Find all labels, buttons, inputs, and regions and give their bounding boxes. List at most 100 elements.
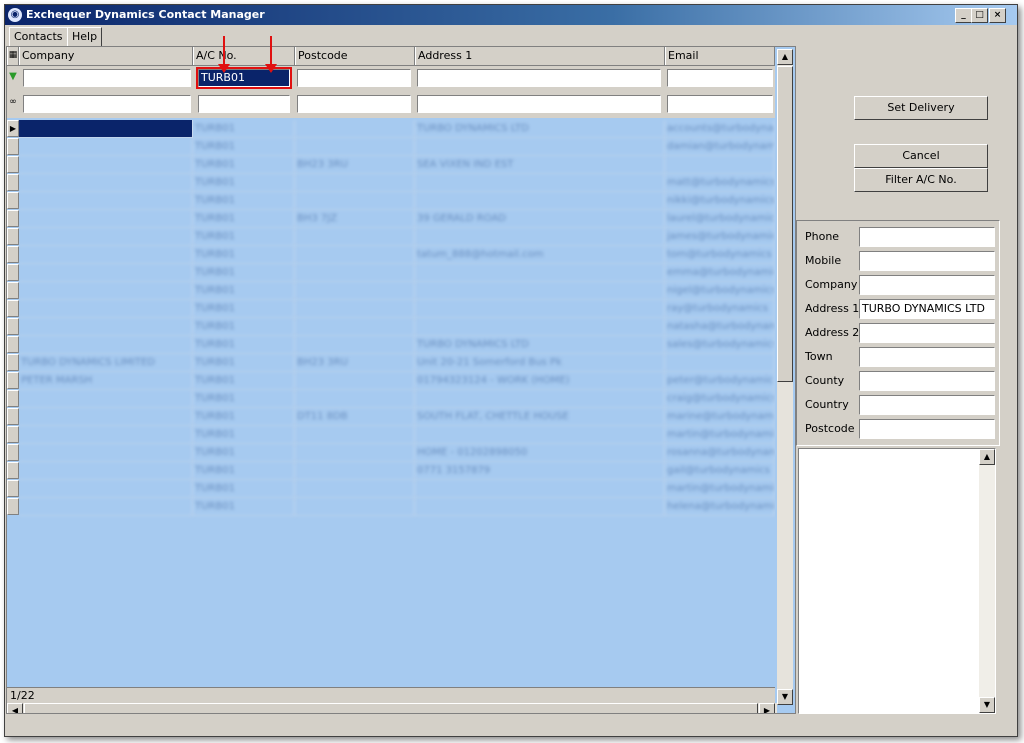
cell-ac-no[interactable]: TURB01 <box>193 354 295 372</box>
cell-company[interactable] <box>19 120 193 138</box>
cell-ac-no[interactable]: TURB01 <box>193 390 295 408</box>
cell-address1[interactable]: SOUTH FLAT, CHETTLE HOUSE <box>415 408 665 426</box>
cell-company[interactable] <box>19 138 193 156</box>
cell-email[interactable]: damian@turbodynamics <box>665 138 775 156</box>
county-field[interactable] <box>859 371 995 391</box>
row-selector[interactable] <box>7 228 19 245</box>
cell-ac-no[interactable]: TURB01 <box>193 318 295 336</box>
cell-ac-no[interactable]: TURB01 <box>193 228 295 246</box>
memo-scroll-up-icon[interactable]: ▲ <box>979 449 995 465</box>
cell-company[interactable] <box>19 174 193 192</box>
table-row[interactable]: TURB01 TURBO DYNAMICS LTD accounts@turbody… <box>19 120 775 138</box>
cell-postcode[interactable] <box>295 138 415 156</box>
cell-postcode[interactable] <box>295 300 415 318</box>
cell-company[interactable] <box>19 498 193 516</box>
cell-ac-no[interactable]: TURB01 <box>193 138 295 156</box>
cell-address1[interactable] <box>415 174 665 192</box>
cell-email[interactable]: martin@turbodynamics <box>665 480 775 498</box>
cell-address1[interactable] <box>415 138 665 156</box>
cell-email[interactable]: accounts@turbodynamics <box>665 120 775 138</box>
cell-postcode[interactable] <box>295 426 415 444</box>
set-delivery-button[interactable]: Set Delivery <box>854 96 988 120</box>
cell-postcode[interactable] <box>295 120 415 138</box>
company-field[interactable] <box>859 275 995 295</box>
scroll-right-icon[interactable]: ▶ <box>759 703 775 713</box>
cell-address1[interactable]: Unit 20-21 Somerford Bus Pk <box>415 354 665 372</box>
cell-postcode[interactable] <box>295 498 415 516</box>
cell-postcode[interactable] <box>295 336 415 354</box>
cell-email[interactable]: rosanna@turbodynamics <box>665 444 775 462</box>
cell-company[interactable] <box>19 156 193 174</box>
cell-ac-no[interactable]: TURB01 <box>193 156 295 174</box>
row-selector[interactable] <box>7 282 19 299</box>
row-selector[interactable] <box>7 426 19 443</box>
table-row[interactable]: TURB01 helena@turbodynamics <box>19 498 775 516</box>
horizontal-scroll-thumb[interactable] <box>24 703 758 713</box>
cell-postcode[interactable] <box>295 372 415 390</box>
cell-address1[interactable]: 01794323124 - WORK (HOME) <box>415 372 665 390</box>
cell-ac-no[interactable]: TURB01 <box>193 210 295 228</box>
cell-postcode[interactable] <box>295 444 415 462</box>
cell-address1[interactable]: 0771 3157879 <box>415 462 665 480</box>
cell-postcode[interactable] <box>295 390 415 408</box>
cell-address1[interactable] <box>415 390 665 408</box>
cell-email[interactable]: ray@turbodynamics <box>665 300 775 318</box>
cell-ac-no[interactable]: TURB01 <box>193 246 295 264</box>
cell-address1[interactable] <box>415 426 665 444</box>
memo-scroll-down-icon[interactable]: ▼ <box>979 697 995 713</box>
cell-company[interactable] <box>19 480 193 498</box>
cell-address1[interactable] <box>415 318 665 336</box>
cell-company[interactable] <box>19 264 193 282</box>
cell-email[interactable] <box>665 156 775 174</box>
cell-company[interactable]: TURBO DYNAMICS LIMITED <box>19 354 193 372</box>
cell-ac-no[interactable]: TURB01 <box>193 264 295 282</box>
cell-company[interactable] <box>19 390 193 408</box>
cell-email[interactable]: gail@turbodynamics <box>665 462 775 480</box>
table-row[interactable]: TURB01 natasha@turbodynamics <box>19 318 775 336</box>
tab-help[interactable]: Help <box>67 27 103 47</box>
table-row[interactable]: TURB01 emma@turbodynamics <box>19 264 775 282</box>
row-selector[interactable] <box>7 354 19 371</box>
cell-postcode[interactable]: BH3 7JZ <box>295 210 415 228</box>
cell-email[interactable]: sales@turbodynamics <box>665 336 775 354</box>
cell-postcode[interactable] <box>295 318 415 336</box>
cell-company[interactable] <box>19 462 193 480</box>
cell-company[interactable] <box>19 336 193 354</box>
postcode-field[interactable] <box>859 419 995 439</box>
search-ac-no-input[interactable] <box>198 95 290 113</box>
cell-address1[interactable] <box>415 192 665 210</box>
table-row[interactable]: TURB01 tatum_888@hotmail.com tom@turbodyna… <box>19 246 775 264</box>
cell-company[interactable] <box>19 282 193 300</box>
cell-company[interactable] <box>19 192 193 210</box>
cell-address1[interactable] <box>415 282 665 300</box>
phone-field[interactable] <box>859 227 995 247</box>
cell-postcode[interactable] <box>295 462 415 480</box>
cell-email[interactable]: matt@turbodynamics <box>665 174 775 192</box>
cell-postcode[interactable] <box>295 480 415 498</box>
cell-postcode[interactable]: BH23 3RU <box>295 156 415 174</box>
column-header-email[interactable]: Email <box>665 47 775 65</box>
cell-email[interactable]: helena@turbodynamics <box>665 498 775 516</box>
cell-address1[interactable] <box>415 480 665 498</box>
filter-ac-button[interactable]: Filter A/C No. <box>854 168 988 192</box>
cell-company[interactable] <box>19 300 193 318</box>
cell-ac-no[interactable]: TURB01 <box>193 480 295 498</box>
mobile-field[interactable] <box>859 251 995 271</box>
cell-address1[interactable] <box>415 264 665 282</box>
row-selector[interactable] <box>7 444 19 461</box>
table-row[interactable]: TURB01 HOME - 01202898050 rosanna@turbodyn… <box>19 444 775 462</box>
cell-address1[interactable]: tatum_888@hotmail.com <box>415 246 665 264</box>
country-field[interactable] <box>859 395 995 415</box>
search-postcode-input[interactable] <box>297 95 411 113</box>
cell-address1[interactable] <box>415 498 665 516</box>
row-selector[interactable] <box>7 318 19 335</box>
table-row[interactable]: TURB01 DT11 8DB SOUTH FLAT, CHETTLE HOUSE m… <box>19 408 775 426</box>
table-row[interactable]: TURBO DYNAMICS LIMITED TURB01 BH23 3RU Unit… <box>19 354 775 372</box>
horizontal-scrollbar[interactable]: ◀ ▶ <box>7 703 777 713</box>
scroll-up-icon[interactable]: ▲ <box>777 49 793 65</box>
table-row[interactable]: TURB01 damian@turbodynamics <box>19 138 775 156</box>
table-row[interactable]: TURB01 TURBO DYNAMICS LTD sales@turbodynam… <box>19 336 775 354</box>
table-row[interactable]: TURB01 james@turbodynamics <box>19 228 775 246</box>
cell-company[interactable] <box>19 318 193 336</box>
cancel-button[interactable]: Cancel <box>854 144 988 168</box>
